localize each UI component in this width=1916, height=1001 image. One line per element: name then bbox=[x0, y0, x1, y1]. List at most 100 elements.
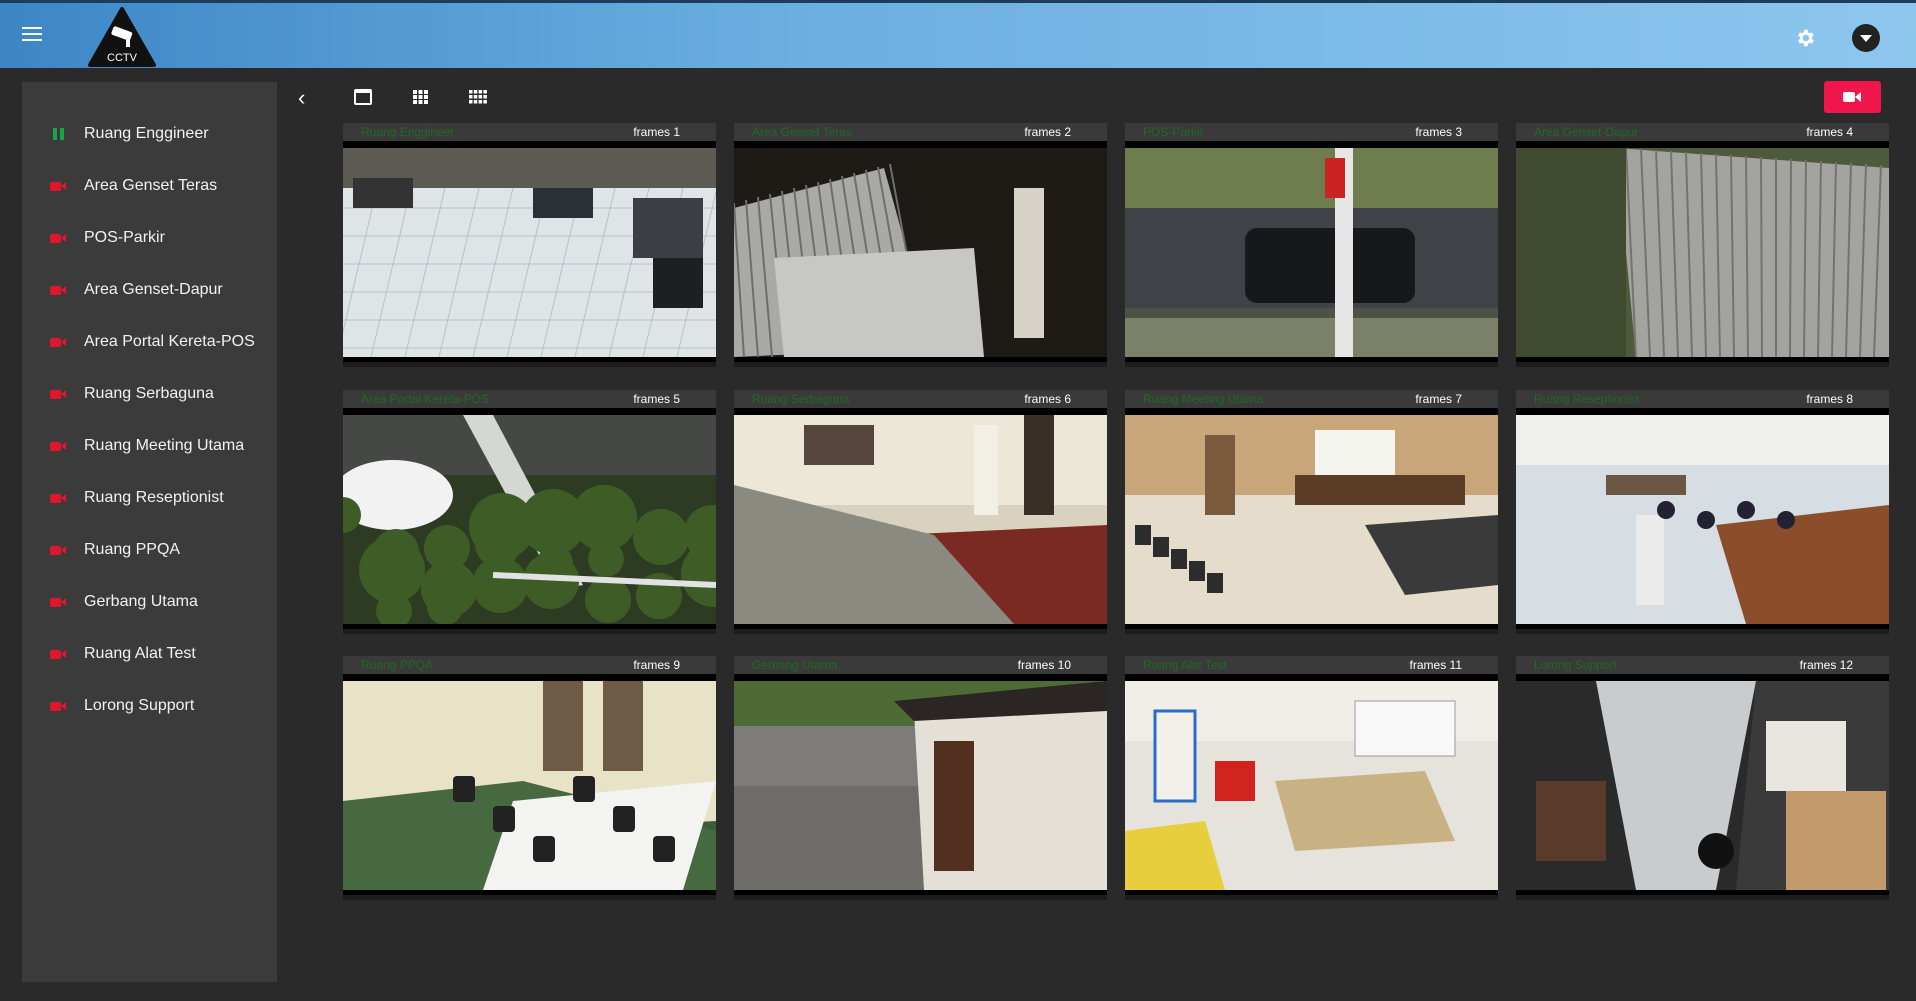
sidebar-item[interactable]: Lorong Support bbox=[50, 686, 270, 726]
video-camera-icon bbox=[50, 285, 66, 295]
sidebar-item[interactable]: Area Portal Kereta-POS bbox=[50, 322, 270, 362]
sidebar-item-label: Lorong Support bbox=[84, 697, 195, 714]
sidebar-item[interactable]: Ruang PPQA bbox=[50, 530, 270, 570]
sidebar-item[interactable]: Ruang Alat Test bbox=[50, 634, 270, 674]
camera-video-feed[interactable] bbox=[734, 141, 1107, 367]
camera-video-feed[interactable] bbox=[343, 408, 716, 634]
sidebar-item-label: Gerbang Utama bbox=[84, 593, 198, 610]
camera-tile-header: Area Portal Kereta-POS frames 5 bbox=[343, 390, 716, 408]
video-camera-icon bbox=[50, 649, 66, 659]
camera-tile[interactable]: Ruang Enggineer frames 1 bbox=[343, 123, 716, 367]
frame-label: frames 7 bbox=[1415, 392, 1462, 406]
sidebar-item[interactable]: Gerbang Utama bbox=[50, 582, 270, 622]
tile-footer-bar bbox=[343, 362, 716, 367]
camera-video-feed[interactable] bbox=[1125, 141, 1498, 367]
camera-name: Ruang Alat Test bbox=[1143, 658, 1227, 672]
tile-footer-bar bbox=[343, 629, 716, 634]
frame-label: frames 6 bbox=[1024, 392, 1071, 406]
video-camera-icon bbox=[50, 597, 66, 607]
camera-name: Ruang Enggineer bbox=[361, 125, 455, 139]
camera-tile-header: Lorong Support frames 12 bbox=[1516, 656, 1889, 674]
camera-video-feed[interactable] bbox=[1125, 674, 1498, 900]
camera-name: Area Genset-Dapur bbox=[1534, 125, 1639, 139]
camera-name: Ruang Meeting Utama bbox=[1143, 392, 1264, 406]
video-camera-icon bbox=[50, 441, 66, 451]
camera-tile[interactable]: Ruang Alat Test frames 11 bbox=[1125, 656, 1498, 900]
tile-footer-bar bbox=[1125, 895, 1498, 900]
frame-label: frames 2 bbox=[1024, 125, 1071, 139]
camera-tile[interactable]: Ruang Reseptionist frames 8 bbox=[1516, 390, 1889, 634]
sidebar-item[interactable]: Area Genset Teras bbox=[50, 166, 270, 206]
frame-label: frames 10 bbox=[1017, 658, 1071, 672]
camera-tile[interactable]: Area Portal Kereta-POS frames 5 bbox=[343, 390, 716, 634]
gear-icon[interactable] bbox=[1794, 27, 1816, 49]
video-camera-icon bbox=[50, 181, 66, 191]
video-camera-icon bbox=[50, 389, 66, 399]
sidebar-item[interactable]: Ruang Reseptionist bbox=[50, 478, 270, 518]
tile-footer-bar bbox=[1516, 629, 1889, 634]
camera-tile-header: Area Genset Teras frames 2 bbox=[734, 123, 1107, 141]
camera-tile[interactable]: Area Genset Teras frames 2 bbox=[734, 123, 1107, 367]
camera-video-feed[interactable] bbox=[734, 408, 1107, 634]
single-view-icon[interactable] bbox=[354, 89, 372, 105]
tile-footer-bar bbox=[1516, 362, 1889, 367]
frame-label: frames 11 bbox=[1409, 658, 1462, 672]
camera-video-feed[interactable] bbox=[343, 141, 716, 367]
video-camera-icon bbox=[50, 701, 66, 711]
sidebar-item-label: Ruang Reseptionist bbox=[84, 489, 224, 506]
camera-tile[interactable]: Gerbang Utama frames 10 bbox=[734, 656, 1107, 900]
video-camera-icon bbox=[50, 337, 66, 347]
hamburger-menu-icon[interactable] bbox=[22, 27, 42, 43]
camera-tile-header: Area Genset-Dapur frames 4 bbox=[1516, 123, 1889, 141]
sidebar-item[interactable]: Area Genset-Dapur bbox=[50, 270, 270, 310]
camera-tile[interactable]: Lorong Support frames 12 bbox=[1516, 656, 1889, 900]
grid-3x3-icon[interactable] bbox=[469, 90, 487, 104]
top-app-bar: CCTV bbox=[0, 0, 1916, 68]
sidebar-item[interactable]: Ruang Meeting Utama bbox=[50, 426, 270, 466]
camera-tile[interactable]: Ruang PPQA frames 9 bbox=[343, 656, 716, 900]
camera-tile-header: Gerbang Utama frames 10 bbox=[734, 656, 1107, 674]
camera-tile[interactable]: Ruang Serbaguna frames 6 bbox=[734, 390, 1107, 634]
video-camera-icon bbox=[1843, 92, 1861, 102]
camera-video-feed[interactable] bbox=[1125, 408, 1498, 634]
camera-video-feed[interactable] bbox=[734, 674, 1107, 900]
camera-list-sidebar: Ruang Enggineer Area Genset Teras POS-Park… bbox=[22, 82, 277, 982]
camera-tile[interactable]: Area Genset-Dapur frames 4 bbox=[1516, 123, 1889, 367]
camera-tile-header: POS-Parkir frames 3 bbox=[1125, 123, 1498, 141]
camera-tile[interactable]: Ruang Meeting Utama frames 7 bbox=[1125, 390, 1498, 634]
tile-footer-bar bbox=[734, 629, 1107, 634]
record-video-button[interactable] bbox=[1824, 81, 1881, 113]
sidebar-item-label: Ruang Serbaguna bbox=[84, 385, 214, 402]
sidebar-item[interactable]: Ruang Serbaguna bbox=[50, 374, 270, 414]
cctv-logo: CCTV bbox=[88, 7, 156, 67]
sidebar-item-label: Area Portal Kereta-POS bbox=[84, 333, 255, 350]
camera-video-feed[interactable] bbox=[1516, 674, 1889, 900]
camera-tile-header: Ruang PPQA frames 9 bbox=[343, 656, 716, 674]
chevron-left-icon[interactable]: ‹ bbox=[298, 87, 312, 109]
camera-tile[interactable]: POS-Parkir frames 3 bbox=[1125, 123, 1498, 367]
frame-label: frames 1 bbox=[633, 125, 680, 139]
sidebar-item[interactable]: Ruang Enggineer bbox=[50, 114, 270, 154]
tile-footer-bar bbox=[343, 895, 716, 900]
sidebar-item-label: Area Genset Teras bbox=[84, 177, 218, 194]
camera-video-feed[interactable] bbox=[1516, 141, 1889, 367]
camera-video-feed[interactable] bbox=[343, 674, 716, 900]
video-camera-icon bbox=[50, 233, 66, 243]
grid-2x2-icon[interactable] bbox=[413, 90, 428, 104]
sidebar-item-label: Ruang Meeting Utama bbox=[84, 437, 245, 454]
account-dropdown-button[interactable] bbox=[1852, 24, 1880, 52]
tile-footer-bar bbox=[1125, 362, 1498, 367]
camera-name: POS-Parkir bbox=[1143, 125, 1204, 139]
frame-label: frames 12 bbox=[1799, 658, 1853, 672]
tile-footer-bar bbox=[1125, 629, 1498, 634]
camera-tile-header: Ruang Alat Test frames 11 bbox=[1125, 656, 1498, 674]
sidebar-item[interactable]: POS-Parkir bbox=[50, 218, 270, 258]
sidebar-item-label: Ruang PPQA bbox=[84, 541, 181, 558]
camera-name: Ruang Serbaguna bbox=[752, 392, 850, 406]
camera-video-feed[interactable] bbox=[1516, 408, 1889, 634]
camera-tile-header: Ruang Meeting Utama frames 7 bbox=[1125, 390, 1498, 408]
sidebar-item-label: Ruang Enggineer bbox=[84, 125, 209, 142]
camera-name: Area Portal Kereta-POS bbox=[361, 392, 490, 406]
sidebar-item-label: POS-Parkir bbox=[84, 229, 165, 246]
camera-tile-header: Ruang Serbaguna frames 6 bbox=[734, 390, 1107, 408]
